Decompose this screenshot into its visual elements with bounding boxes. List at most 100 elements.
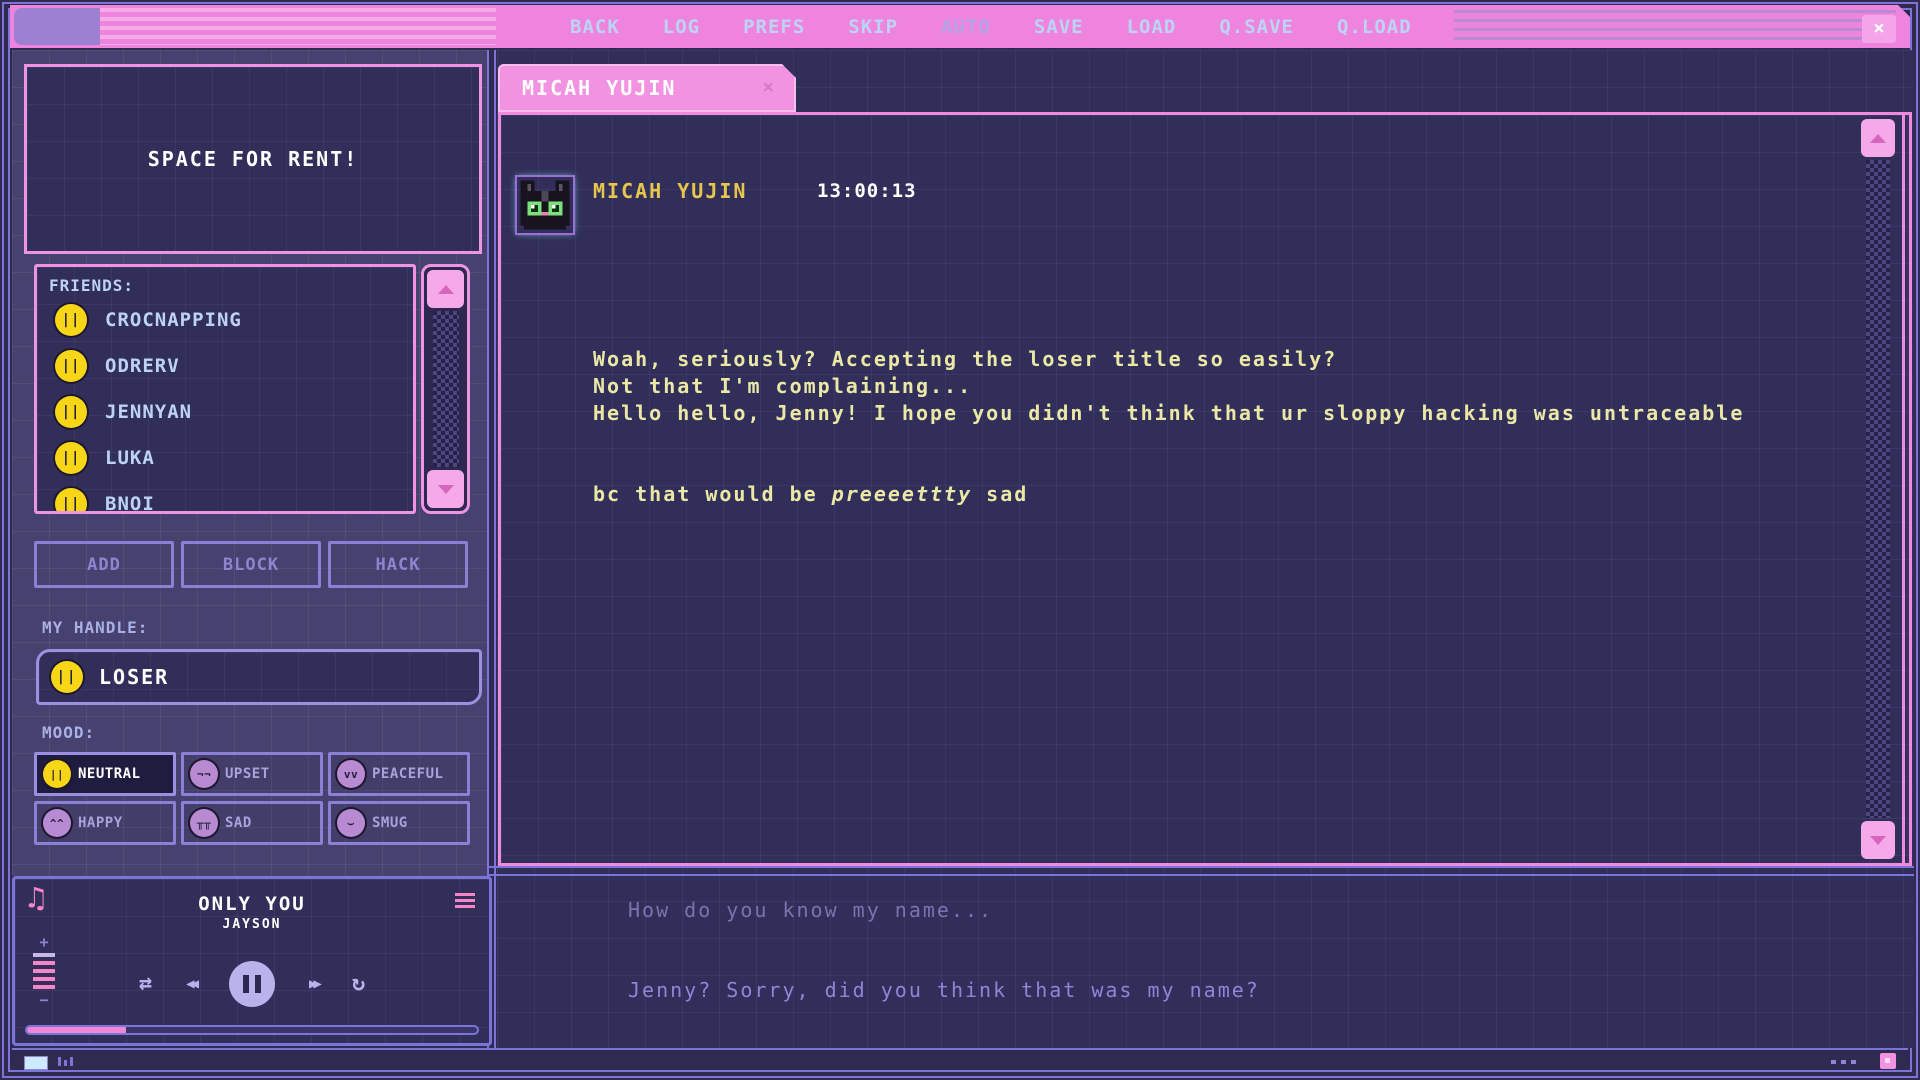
fast-forward-button[interactable]: ▶▶: [309, 977, 318, 991]
rewind-button[interactable]: ◀◀: [186, 977, 195, 991]
message-last-line: bc that would be preeeettty sad: [593, 481, 1744, 508]
sidebar: SPACE FOR RENT! FRIENDS: || CROCNAPPING …: [12, 50, 488, 876]
status-bar: [12, 1048, 1908, 1074]
menu-item[interactable]: PREFS: [743, 16, 805, 38]
song-progress-bar[interactable]: [25, 1025, 479, 1035]
friends-label: FRIENDS:: [37, 267, 413, 297]
chat-tab[interactable]: MICAH YUJIN ×: [498, 64, 796, 112]
friends-panel: FRIENDS: || CROCNAPPING || ODRERV || JEN…: [34, 264, 416, 514]
chat-scroll-track[interactable]: [1866, 160, 1890, 818]
friend-status-emoji-icon: ||: [55, 350, 87, 382]
handle-box[interactable]: || LOSER: [36, 649, 482, 705]
message-line: Not that I'm complaining...: [593, 373, 1744, 400]
horizontal-divider: [487, 866, 1914, 876]
window-close-button[interactable]: ×: [1862, 15, 1896, 43]
menu-item[interactable]: Q.LOAD: [1337, 16, 1412, 38]
menu-item[interactable]: SAVE: [1034, 16, 1084, 38]
choice-area: How do you know my name... Jenny? Sorry, …: [498, 876, 1912, 1048]
player-progress-fill: [27, 1027, 126, 1033]
mood-emoji-icon: ||: [43, 760, 71, 788]
ellipsis-icon: [1831, 1060, 1856, 1064]
mood-button[interactable]: ¬¬ UPSET: [181, 752, 323, 796]
chat-tab-close-icon[interactable]: ×: [763, 76, 774, 98]
mood-option-label: NEUTRAL: [78, 766, 141, 782]
playlist-menu-icon[interactable]: [455, 893, 475, 911]
menu-item[interactable]: BACK: [570, 16, 620, 38]
dialogue-choice[interactable]: Jenny? Sorry, did you think that was my …: [628, 978, 1260, 1002]
menu-items: BACK LOG PREFS SKIP AUTO SAVE LOAD Q.SAVE Q.LOAD: [570, 16, 1412, 38]
mood-button[interactable]: vv PEACEFUL: [328, 752, 470, 796]
mood-option-label: HAPPY: [78, 815, 123, 831]
volume-bar: [33, 953, 55, 957]
mood-option-label: SAD: [225, 815, 252, 831]
shuffle-button[interactable]: ⇄: [139, 973, 152, 995]
status-glyphs-icon: [58, 1057, 73, 1066]
message-sender: MICAH YUJIN: [593, 179, 747, 203]
arrow-down-icon: [1870, 836, 1886, 845]
friend-action-button[interactable]: HACK: [328, 541, 468, 588]
music-notes-icon: ♫: [27, 881, 45, 916]
arrow-up-icon: [1870, 134, 1886, 143]
mood-option-label: UPSET: [225, 766, 270, 782]
friend-status-emoji-icon: ||: [55, 396, 87, 428]
pause-icon: [243, 975, 249, 993]
menubar-left-stripes: [100, 8, 496, 45]
menu-item[interactable]: LOAD: [1127, 16, 1177, 38]
friend-name: BNOI: [105, 493, 155, 514]
mood-button[interactable]: || NEUTRAL: [34, 752, 176, 796]
chat-scroll-up-button[interactable]: [1861, 119, 1895, 157]
handle-emoji-icon: ||: [51, 661, 83, 693]
song-artist: JAYSON: [15, 917, 489, 932]
message-timestamp: 13:00:13: [817, 180, 917, 202]
cat-avatar: [517, 177, 573, 233]
handle-label: MY HANDLE:: [42, 618, 148, 637]
friends-scroll-up-button[interactable]: [427, 270, 464, 308]
mood-button[interactable]: ╥╥ SAD: [181, 801, 323, 845]
friend-action-button[interactable]: ADD: [34, 541, 174, 588]
dialogue-choice[interactable]: How do you know my name...: [628, 898, 993, 922]
song-title: ONLY YOU: [15, 893, 489, 915]
friend-list-item[interactable]: || BNOI: [37, 481, 413, 514]
arrow-down-icon: [438, 485, 454, 494]
chat-panel: MICAH YUJIN 13:00:13 Woah, seriously? Ac…: [498, 112, 1912, 866]
friend-name: LUKA: [105, 447, 155, 469]
message-line: Woah, seriously? Accepting the loser tit…: [593, 346, 1744, 373]
friend-status-emoji-icon: ||: [55, 488, 87, 514]
chat-scroll-down-button[interactable]: [1861, 821, 1895, 859]
repeat-button[interactable]: ↻: [352, 973, 365, 995]
message-line: Hello hello, Jenny! I hope you didn't th…: [593, 400, 1744, 427]
menu-item[interactable]: LOG: [663, 16, 700, 38]
mood-option-label: PEACEFUL: [372, 766, 443, 782]
friends-scroll-track[interactable]: [433, 311, 459, 467]
mood-emoji-icon: ^^: [43, 809, 71, 837]
pause-button[interactable]: [229, 961, 275, 1007]
message-lines: Woah, seriously? Accepting the loser tit…: [593, 265, 1744, 427]
menu-item[interactable]: Q.SAVE: [1219, 16, 1294, 38]
friends-scroll-down-button[interactable]: [427, 470, 464, 508]
mood-emoji-icon: ¬¬: [190, 760, 218, 788]
mood-button[interactable]: ^^ HAPPY: [34, 801, 176, 845]
volume-up-button[interactable]: +: [39, 933, 48, 951]
menu-item[interactable]: AUTO: [941, 16, 991, 38]
mood-button[interactable]: ⌣ SMUG: [328, 801, 470, 845]
friend-name: ODRERV: [105, 355, 180, 377]
resize-handle[interactable]: [1880, 1053, 1896, 1069]
status-indicator: [24, 1056, 48, 1070]
friend-name: JENNYAN: [105, 401, 192, 423]
friend-action-button[interactable]: BLOCK: [181, 541, 321, 588]
menubar-right-stripes: [1454, 10, 1896, 44]
pause-icon: [255, 975, 261, 993]
music-player: ♫ ONLY YOU JAYSON + − ⇄ ◀◀ ▶▶ ↻: [12, 876, 492, 1046]
friends-list: || CROCNAPPING || ODRERV || JENNYAN || L…: [37, 297, 413, 514]
friend-list-item[interactable]: || ODRERV: [37, 343, 413, 389]
chat-scrollbar: [1859, 119, 1897, 859]
friend-list-item[interactable]: || JENNYAN: [37, 389, 413, 435]
friends-scrollbar: [421, 264, 470, 514]
mood-emoji-icon: ⌣: [337, 809, 365, 837]
arrow-up-icon: [438, 285, 454, 294]
friend-list-item[interactable]: || LUKA: [37, 435, 413, 481]
menu-item[interactable]: SKIP: [848, 16, 898, 38]
friend-name: CROCNAPPING: [105, 309, 242, 331]
friend-list-item[interactable]: || CROCNAPPING: [37, 297, 413, 343]
mood-label: MOOD:: [42, 723, 95, 742]
